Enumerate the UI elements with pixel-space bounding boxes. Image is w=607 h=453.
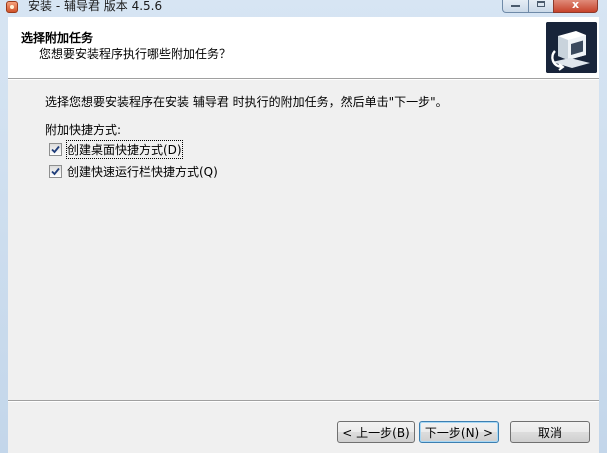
installer-app-icon <box>6 1 18 13</box>
maximize-icon <box>537 1 545 7</box>
cancel-button[interactable]: 取消 <box>510 421 590 443</box>
back-button[interactable]: < 上一步(B) <box>337 421 415 443</box>
desktop-shortcut-checkbox[interactable] <box>49 142 62 156</box>
title-bar[interactable]: 安装 - 辅导君 版本 4.5.6 x <box>0 0 607 16</box>
quicklaunch-shortcut-checkbox[interactable] <box>49 164 62 178</box>
computer-install-icon <box>546 22 597 73</box>
page-title: 选择附加任务 <box>21 31 94 45</box>
checkmark-icon <box>51 145 60 153</box>
header-divider <box>8 78 599 80</box>
next-button[interactable]: 下一步(N) > <box>419 421 499 443</box>
quicklaunch-shortcut-option[interactable]: 创建快速运行栏快捷方式(Q) <box>49 163 218 179</box>
page-subtitle: 您想要安装程序执行哪些附加任务？ <box>39 47 232 61</box>
close-icon: x <box>571 0 580 11</box>
window-title: 安装 - 辅导君 版本 4.5.6 <box>28 0 163 13</box>
quicklaunch-shortcut-label[interactable]: 创建快速运行栏快捷方式(Q) <box>67 163 218 180</box>
task-description: 选择您想要安装程序在安装 辅导君 时执行的附加任务，然后单击"下一步"。 <box>45 95 448 109</box>
shortcuts-group-label: 附加快捷方式: <box>45 123 122 137</box>
installer-window: 安装 - 辅导君 版本 4.5.6 x 选择附加任务 您想要安装程序执行哪些附加… <box>0 0 607 453</box>
desktop-shortcut-option[interactable]: 创建桌面快捷方式(D) <box>49 139 183 159</box>
checkmark-icon <box>51 167 60 175</box>
desktop-shortcut-label[interactable]: 创建桌面快捷方式(D) <box>66 139 183 159</box>
wizard-install-icon <box>546 22 597 73</box>
wizard-header: 选择附加任务 您想要安装程序执行哪些附加任务？ <box>8 17 599 78</box>
close-button[interactable]: x <box>553 0 598 13</box>
footer-divider <box>8 400 599 402</box>
maximize-button[interactable] <box>528 0 554 13</box>
minimize-button[interactable] <box>502 0 529 13</box>
wizard-client-area: 选择附加任务 您想要安装程序执行哪些附加任务？ 选择您想要安装程序在安装 辅导君… <box>8 17 599 453</box>
minimize-icon <box>511 5 520 7</box>
